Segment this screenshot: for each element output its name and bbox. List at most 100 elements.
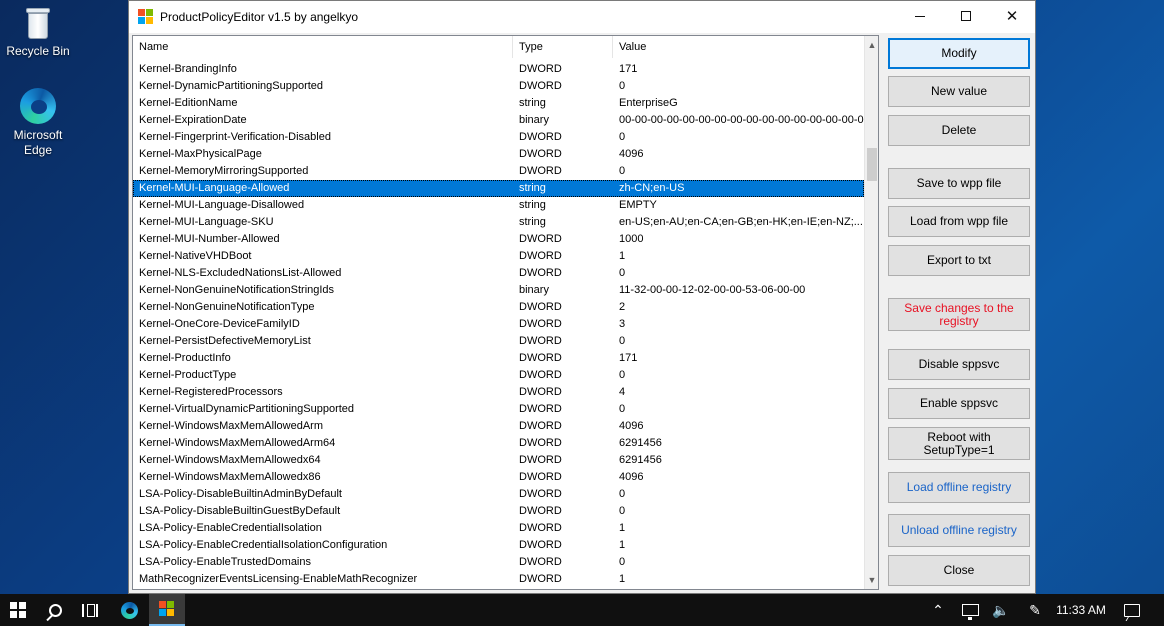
search-button[interactable] [38,594,72,626]
taskbar: ⌃ 🔈 ✎ 11:33 AM [0,594,1164,626]
scroll-down-icon[interactable]: ▼ [865,572,878,588]
unload-offline-registry-button[interactable]: Unload offline registry [888,514,1030,547]
table-row[interactable]: Kernel-VirtualDynamicPartitioningSupport… [133,401,864,418]
desktop-icon-edge[interactable]: Microsoft Edge [1,88,75,158]
save-wpp-button[interactable]: Save to wpp file [888,168,1030,199]
table-row[interactable]: LSA-Policy-DisableBuiltinAdminByDefault D… [133,486,864,503]
network-icon [961,604,979,620]
table-row[interactable]: Kernel-WindowsMaxMemAllowedArm64 DWORD 629… [133,435,864,452]
cell-value: 0 [619,488,626,500]
table-row[interactable]: Kernel-Fingerprint-Verification-Disabled… [133,129,864,146]
table-row[interactable]: Kernel-NonGenuineNotificationType DWORD 2 [133,299,864,316]
table-row[interactable]: Kernel-EditionName string EnterpriseG [133,95,864,112]
volume-tray[interactable]: 🔈 [989,594,1013,626]
cell-name: Kernel-VirtualDynamicPartitioningSupport… [139,403,355,415]
save-registry-button[interactable]: Save changes to the registry [888,298,1030,331]
desktop-icon-recycle-bin[interactable]: Recycle Bin [1,6,75,59]
network-tray[interactable] [958,594,982,626]
table-row[interactable]: Kernel-WindowsMaxMemAllowedArm DWORD 4096 [133,418,864,435]
column-header-value[interactable]: Value [613,36,864,58]
cell-value: 0 [619,80,626,92]
cell-type: DWORD [519,131,562,143]
load-offline-registry-button[interactable]: Load offline registry [888,472,1030,503]
table-row[interactable]: LSA-Policy-EnableTrustedDomains DWORD 0 [133,554,864,571]
task-view-button[interactable] [73,594,107,626]
pen-tray[interactable]: ✎ [1023,594,1047,626]
disable-sppsvc-button[interactable]: Disable sppsvc [888,349,1030,380]
cell-name: Kernel-Fingerprint-Verification-Disabled [139,131,331,143]
cell-type: string [519,199,546,211]
cell-value: 0 [619,131,626,143]
delete-button[interactable]: Delete [888,115,1030,146]
clock[interactable]: 11:33 AM [1052,594,1110,626]
cell-type: DWORD [519,165,562,177]
table-row[interactable]: Kernel-MemoryMirroringSupported DWORD 0 [133,163,864,180]
table-row[interactable]: Kernel-PersistDefectiveMemoryList DWORD 0 [133,333,864,350]
title-bar[interactable]: ProductPolicyEditor v1.5 by angelkyo ✕ [129,1,1035,33]
table-row[interactable]: Kernel-WindowsMaxMemAllowedx64 DWORD 62914… [133,452,864,469]
reboot-setuptype-button[interactable]: Reboot with SetupType=1 [888,427,1030,460]
cell-type: DWORD [519,352,562,364]
cell-type: DWORD [519,386,562,398]
pen-icon: ✎ [1029,601,1041,618]
cell-value: 0 [619,165,626,177]
cell-type: DWORD [519,488,562,500]
cell-name: Kernel-RegisteredProcessors [139,386,283,398]
taskbar-product-policy-editor[interactable] [149,594,185,626]
scroll-up-icon[interactable]: ▲ [865,37,878,53]
close-window-button[interactable]: ✕ [989,1,1035,31]
table-row[interactable]: Kernel-ProductType DWORD 0 [133,367,864,384]
column-header-type[interactable]: Type [513,36,613,58]
table-row[interactable]: Kernel-MUI-Language-Allowed string zh-CN;e… [133,180,864,197]
cell-name: Kernel-WindowsMaxMemAllowedArm [139,420,323,432]
export-txt-button[interactable]: Export to txt [888,245,1030,276]
cell-name: Kernel-MUI-Language-SKU [139,216,274,228]
cell-type: DWORD [519,573,562,585]
taskbar-edge[interactable] [111,594,147,626]
table-row[interactable]: Kernel-BrandingInfo DWORD 171 [133,61,864,78]
table-row[interactable]: Kernel-NonGenuineNotificationStringIds bi… [133,282,864,299]
table-row[interactable]: Kernel-MaxPhysicalPage DWORD 4096 [133,146,864,163]
table-row[interactable]: Kernel-DynamicPartitioningSupported DWORD… [133,78,864,95]
maximize-button[interactable] [943,1,989,31]
table-row[interactable]: MathRecognizerEventsLicensing-EnableMath… [133,571,864,588]
cell-name: LSA-Policy-EnableTrustedDomains [139,556,311,568]
cell-value: 11-32-00-00-12-02-00-00-53-06-00-00 [619,284,806,296]
notification-center-button[interactable] [1118,594,1146,626]
modify-button[interactable]: Modify [888,38,1030,69]
new-value-button[interactable]: New value [888,76,1030,107]
app-window: ProductPolicyEditor v1.5 by angelkyo ✕ N… [128,0,1036,594]
start-button[interactable] [0,594,36,626]
table-row[interactable]: LSA-Policy-EnableCredentialIsolation DWOR… [133,520,864,537]
cell-name: Kernel-ProductType [139,369,237,381]
table-row[interactable]: Kernel-ProductInfo DWORD 171 [133,350,864,367]
table-row[interactable]: Kernel-NativeVHDBoot DWORD 1 [133,248,864,265]
scroll-thumb[interactable] [867,148,877,181]
minimize-button[interactable] [897,1,943,31]
list-rows: Kernel-BrandingInfo DWORD 171 Kernel-Dynami… [133,61,864,588]
cell-type: DWORD [519,335,562,347]
maximize-icon [961,11,971,21]
table-row[interactable]: Kernel-ExpirationDate binary 00-00-00-00-0… [133,112,864,129]
column-header-name[interactable]: Name [133,36,513,58]
table-row[interactable]: Kernel-MUI-Language-SKU string en-US;en-AU… [133,214,864,231]
table-row[interactable]: Kernel-MUI-Language-Disallowed string EMPT… [133,197,864,214]
table-row[interactable]: Kernel-RegisteredProcessors DWORD 4 [133,384,864,401]
table-row[interactable]: Kernel-OneCore-DeviceFamilyID DWORD 3 [133,316,864,333]
enable-sppsvc-button[interactable]: Enable sppsvc [888,388,1030,419]
table-row[interactable]: LSA-Policy-DisableBuiltinGuestByDefault D… [133,503,864,520]
cell-name: Kernel-MUI-Number-Allowed [139,233,280,245]
policy-list[interactable]: Name Type Value Kernel-BrandingInfo DWORD… [132,35,879,590]
edge-icon [20,88,56,124]
table-row[interactable]: Kernel-MUI-Number-Allowed DWORD 1000 [133,231,864,248]
cell-type: string [519,216,546,228]
table-row[interactable]: Kernel-WindowsMaxMemAllowedx86 DWORD 4096 [133,469,864,486]
table-row[interactable]: LSA-Policy-EnableCredentialIsolationConf… [133,537,864,554]
load-wpp-button[interactable]: Load from wpp file [888,206,1030,237]
show-hidden-icons-button[interactable]: ⌃ [926,594,950,626]
vertical-scrollbar[interactable]: ▲ ▼ [864,36,878,589]
close-button[interactable]: Close [888,555,1030,586]
table-row[interactable]: Kernel-NLS-ExcludedNationsList-Allowed DW… [133,265,864,282]
cell-name: Kernel-BrandingInfo [139,63,237,75]
cell-type: binary [519,114,549,126]
